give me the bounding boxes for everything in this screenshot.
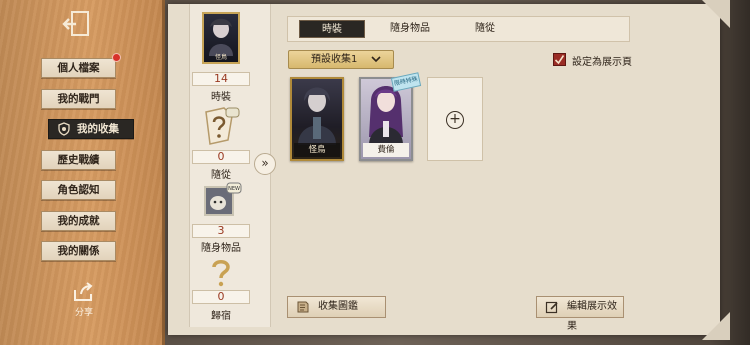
thumbnail-label: 怪鳥: [214, 54, 227, 61]
costume-card[interactable]: 費倫: [359, 77, 413, 161]
sidebar-item-label: 我的收集: [77, 123, 119, 135]
destination-label: 歸宿: [211, 311, 231, 322]
collection-tabs: 時裝 隨身物品 隨從: [287, 16, 630, 42]
sidebar-item-battles[interactable]: 我的戰門: [41, 89, 116, 109]
costume-card[interactable]: 怪鳥: [290, 77, 344, 161]
companion-label: 隨從: [211, 170, 231, 181]
character-portrait: [298, 87, 336, 145]
notification-badge: [112, 53, 121, 62]
double-chevron-right-icon: »: [261, 156, 269, 170]
preset-dropdown[interactable]: 預設收集1: [288, 50, 394, 69]
sidebar-item-label: 我的成就: [57, 215, 100, 227]
tab-costume[interactable]: 時裝: [299, 20, 365, 38]
sidebar-item-collection[interactable]: 我的收集: [48, 119, 134, 139]
preset-label: 預設收集1: [311, 54, 358, 65]
companion-count: 0: [192, 150, 250, 164]
book-icon: [297, 301, 309, 313]
accessory-count: 3: [192, 224, 250, 238]
accessory-label: 隨身物品: [201, 243, 241, 254]
sidebar-item-label: 歷史戰績: [57, 154, 100, 166]
expand-button[interactable]: »: [254, 153, 276, 175]
companion-icon: [202, 106, 240, 150]
new-badge: NEW: [228, 186, 240, 192]
current-costume-thumbnail[interactable]: 怪鳥: [202, 12, 240, 64]
collection-gallery-button[interactable]: 收集圖鑑: [287, 296, 386, 318]
sidebar-item-history[interactable]: 歷史戰績: [41, 150, 116, 170]
sidebar-item-label: 個人檔案: [57, 62, 100, 74]
share-label: 分享: [74, 308, 93, 318]
edit-icon: [545, 301, 558, 314]
paper-corner-decoration: [702, 312, 730, 340]
checkbox[interactable]: [553, 53, 566, 66]
tab-companion[interactable]: 隨從: [452, 20, 518, 38]
gallery-button-label: 收集圖鑑: [318, 301, 358, 312]
paper-corner-decoration: [702, 0, 730, 28]
sidebar-item-character[interactable]: 角色認知: [41, 180, 116, 200]
destination-count: 0: [192, 290, 250, 304]
question-mark-icon: [208, 258, 234, 292]
sidebar-item-relations[interactable]: 我的關係: [41, 241, 116, 261]
sidebar-item-profile[interactable]: 個人檔案: [41, 53, 121, 78]
plus-icon: +: [446, 111, 464, 129]
shield-icon: [57, 122, 71, 136]
sidebar-item-label: 角色認知: [57, 184, 100, 196]
share-button[interactable]: 分享: [64, 282, 104, 318]
sidebar-item-label: 我的關係: [57, 245, 100, 257]
tab-accessory[interactable]: 隨身物品: [377, 20, 443, 38]
showcase-label: 設定為展示頁: [572, 57, 632, 68]
add-costume-slot[interactable]: +: [427, 77, 483, 161]
exit-icon[interactable]: [62, 10, 98, 38]
edit-showcase-button[interactable]: 編輯展示效果: [536, 296, 624, 332]
sidebar-item-label: 我的戰門: [57, 93, 100, 105]
costume-label: 時裝: [211, 92, 231, 103]
card-name: 怪鳥: [294, 143, 340, 157]
sidebar: 個人檔案 我的戰門 我的收集 歷史戰績 角色認知 我的成就 我的關係 分享: [0, 0, 165, 345]
costume-count: 14: [192, 72, 250, 86]
accessory-icon: NEW: [203, 181, 243, 225]
share-icon: [74, 282, 93, 301]
card-name: 費倫: [363, 143, 409, 157]
sidebar-item-achievements[interactable]: 我的成就: [41, 211, 116, 231]
chevron-down-icon: [371, 56, 381, 63]
